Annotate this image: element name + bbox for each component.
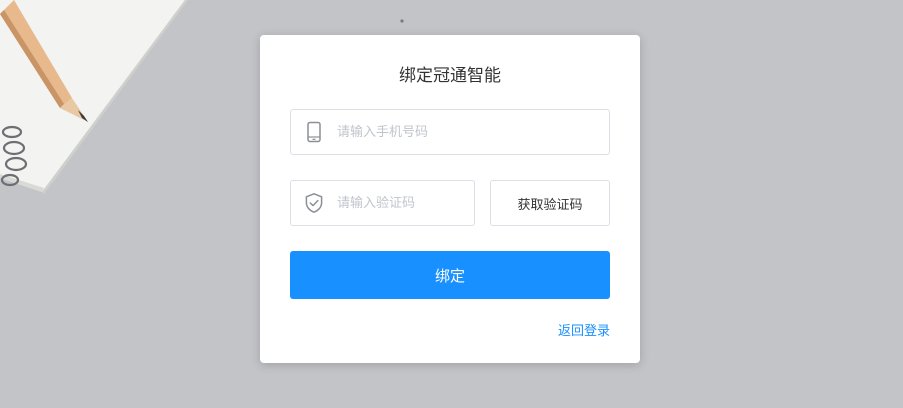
code-field[interactable] <box>290 180 475 226</box>
shield-check-icon <box>305 193 323 213</box>
bind-button[interactable]: 绑定 <box>290 251 610 299</box>
get-verification-code-button[interactable]: 获取验证码 <box>490 180 610 226</box>
bind-card: 绑定冠通智能 获取验证码 绑定 返回登录 <box>260 35 640 363</box>
phone-field[interactable] <box>290 109 610 155</box>
mobile-phone-icon <box>307 121 321 143</box>
verification-code-input[interactable] <box>337 181 467 225</box>
phone-input[interactable] <box>337 110 597 154</box>
card-title: 绑定冠通智能 <box>399 66 501 86</box>
back-to-login-link[interactable]: 返回登录 <box>558 320 610 339</box>
